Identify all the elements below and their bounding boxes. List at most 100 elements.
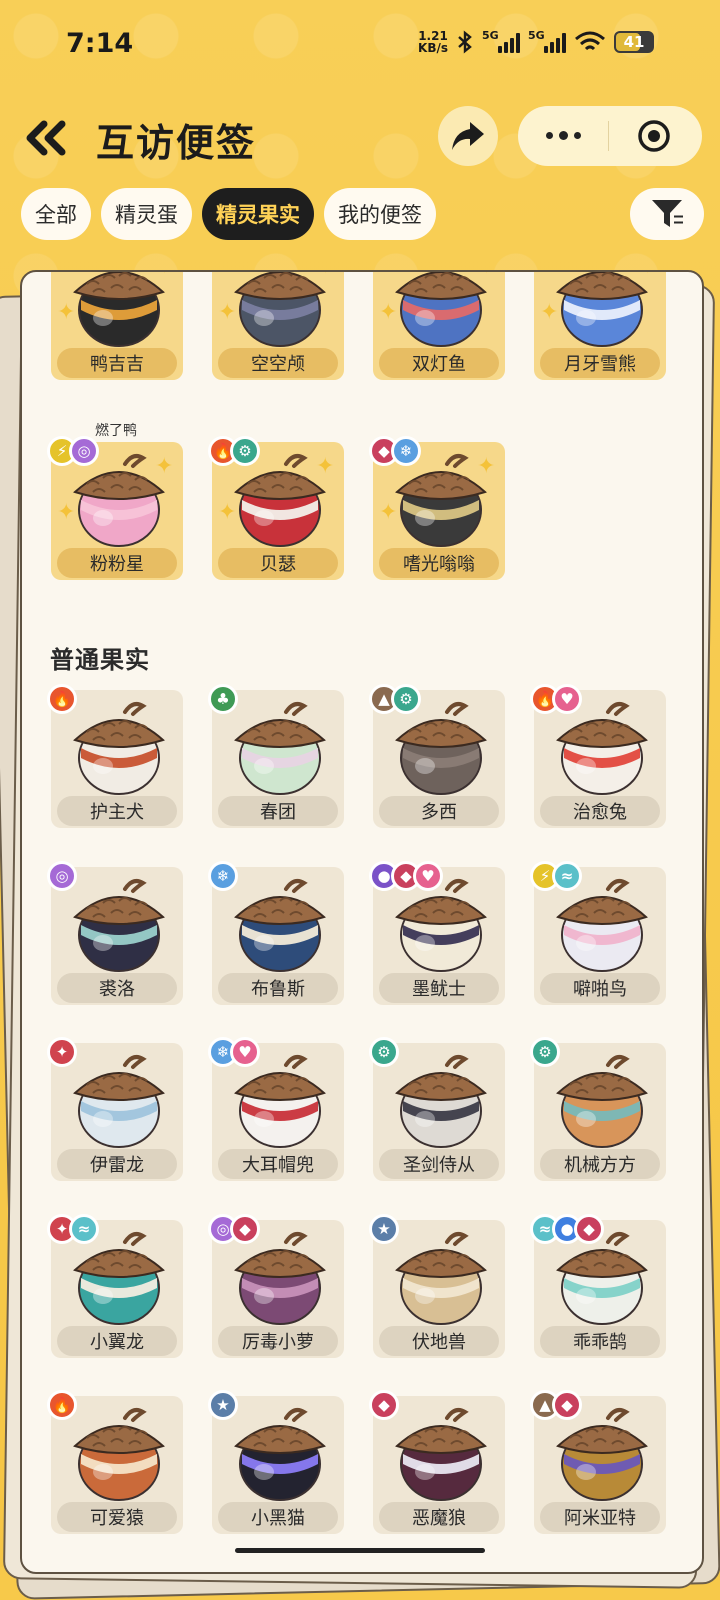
type-badges: ≈ ● ◆: [530, 1214, 604, 1244]
acorn-fruit-icon: [73, 879, 165, 972]
type-badges: ✦ ≈: [47, 1214, 99, 1244]
wind-type-icon: ≈: [552, 861, 582, 891]
type-badges: ★: [369, 1214, 399, 1244]
acorn-fruit-icon: [395, 1408, 487, 1501]
section-title-normal-fruits: 普通果实: [50, 646, 150, 674]
fruit-item[interactable]: ⚙ 机械方方: [530, 1037, 666, 1181]
fruit-name: 空空颅: [218, 348, 338, 378]
fruit-item[interactable]: ✦ ✦ ◆ ❄ 嗜光嗡嗡: [369, 436, 505, 580]
fruit-name: 嗜光嗡嗡: [379, 548, 499, 578]
ice-type-icon: ❄: [208, 861, 238, 891]
type-badges: ❄ ♥: [208, 1037, 260, 1067]
fruit-name: 裘洛: [57, 973, 177, 1003]
fruit-item[interactable]: ⚙ 圣剑侍从: [369, 1037, 505, 1181]
cute-type-icon: ♥: [413, 861, 443, 891]
fruit-name: 鸭吉吉: [57, 348, 177, 378]
sparkle-icon: ✦: [155, 272, 173, 279]
fruit-item[interactable]: ❄ ♥ 大耳帽兜: [208, 1037, 344, 1181]
fruit-item[interactable]: ◎ 裘洛: [47, 861, 183, 1005]
fruit-item[interactable]: ✦ ✦ 鸭吉吉: [51, 272, 183, 380]
demon-type-icon: ◆: [369, 1390, 399, 1420]
type-badges: ⚡ ◎: [47, 436, 99, 466]
fruit-name: 恶魔狼: [379, 1502, 499, 1532]
fruit-name: 大耳帽兜: [218, 1149, 338, 1179]
acorn-fruit-icon: [73, 1408, 165, 1501]
ice-type-icon: ❄: [391, 436, 421, 466]
filter-button[interactable]: [630, 188, 704, 240]
grass-type-icon: ♣: [208, 684, 238, 714]
type-badges: ◆: [369, 1390, 399, 1420]
cute-type-icon: ♥: [552, 684, 582, 714]
status-bar: 7:14 1.21 KB/s 5G 5G 41: [0, 0, 720, 92]
type-badges: ★: [208, 1390, 238, 1420]
fruit-item[interactable]: ◆ 恶魔狼: [369, 1390, 505, 1534]
acorn-fruit-icon: [234, 1408, 326, 1501]
type-badges: 🔥 ⚙: [208, 436, 260, 466]
fruit-item[interactable]: ✦ ✦ ⚡ ◎ 粉粉星: [47, 436, 183, 580]
bluetooth-icon: [458, 30, 472, 54]
fruit-name: 粉粉星: [57, 548, 177, 578]
fruit-grid[interactable]: 普通果实 ✦✦鸭吉吉✦✦空空颅✦✦双灯鱼✦✦月牙雪熊✦✦⚡◎粉粉星燃了鸭✦✦🔥⚙…: [22, 272, 702, 1572]
sparkle-icon: ✦: [379, 500, 398, 525]
mechanical-type-icon: ⚙: [230, 436, 260, 466]
back-button[interactable]: [24, 118, 74, 158]
fruit-item[interactable]: ✦ ≈ 小翼龙: [47, 1214, 183, 1358]
fruit-item[interactable]: 🔥 ♥ 治愈兔: [530, 684, 666, 828]
fruit-item[interactable]: ✦ ✦ 🔥 ⚙ 贝瑟: [208, 436, 344, 580]
fruit-item[interactable]: 🔥 可爱猿: [47, 1390, 183, 1534]
close-miniprogram-button[interactable]: [609, 118, 699, 154]
fruit-item[interactable]: ● ◆ ♥ 墨鱿士: [369, 861, 505, 1005]
share-button[interactable]: [438, 106, 498, 166]
fruit-name: 小黑猫: [218, 1502, 338, 1532]
wifi-icon: [575, 31, 605, 51]
acorn-fruit-icon: [395, 272, 487, 347]
fruit-item[interactable]: ★ 小黑猫: [208, 1390, 344, 1534]
sparkle-icon: ✦: [477, 272, 495, 279]
acorn-fruit-icon: [395, 1055, 487, 1148]
tab-all[interactable]: 全部: [21, 188, 91, 240]
mechanical-type-icon: ⚙: [369, 1037, 399, 1067]
fruit-item[interactable]: ✦ 伊雷龙: [47, 1037, 183, 1181]
fruit-item[interactable]: ❄ 布鲁斯: [208, 861, 344, 1005]
notes-card: 普通果实 ✦✦鸭吉吉✦✦空空颅✦✦双灯鱼✦✦月牙雪熊✦✦⚡◎粉粉星燃了鸭✦✦🔥⚙…: [20, 270, 704, 1574]
fruit-item[interactable]: ✦ ✦ 双灯鱼: [373, 272, 505, 380]
fruit-name: 伊雷龙: [57, 1149, 177, 1179]
fruit-item[interactable]: ★ 伏地兽: [369, 1214, 505, 1358]
home-indicator[interactable]: [235, 1548, 485, 1553]
fruit-item[interactable]: ≈ ● ◆ 乖乖鹄: [530, 1214, 666, 1358]
mechanical-type-icon: ⚙: [530, 1037, 560, 1067]
signal-icon-1: 5G: [482, 29, 520, 53]
fruit-item[interactable]: ✦ ✦ 空空颅: [212, 272, 344, 380]
fruit-item[interactable]: ▲ ◆ 阿米亚特: [530, 1390, 666, 1534]
fruit-name: 伏地兽: [379, 1326, 499, 1356]
type-badges: 🔥 ♥: [530, 684, 582, 714]
fruit-item[interactable]: ♣ 春团: [208, 684, 344, 828]
fruit-name: 机械方方: [540, 1149, 660, 1179]
fruit-item[interactable]: ◎ ◆ 厉毒小萝: [208, 1214, 344, 1358]
target-icon: [638, 120, 670, 152]
tab-eggs[interactable]: 精灵蛋: [101, 188, 192, 240]
tab-my-notes[interactable]: 我的便签: [324, 188, 436, 240]
tab-fruits[interactable]: 精灵果实: [202, 188, 314, 240]
fruit-name: 可爱猿: [57, 1502, 177, 1532]
acorn-fruit-icon: [73, 1055, 165, 1148]
more-menu-button[interactable]: [518, 131, 608, 140]
fruit-item[interactable]: ✦ ✦ 月牙雪熊: [534, 272, 666, 380]
sparkle-icon: ✦: [477, 454, 496, 479]
type-badges: ❄: [208, 861, 238, 891]
net-speed: 1.21 KB/s: [418, 30, 448, 54]
fruit-name: 贝瑟: [218, 548, 338, 578]
acorn-fruit-icon: [395, 1232, 487, 1325]
fruit-item[interactable]: ⚡ ≈ 噼啪鸟: [530, 861, 666, 1005]
signal-icon-2: 5G: [528, 29, 566, 53]
fruit-item[interactable]: ▲ ⚙ 多西: [369, 684, 505, 828]
fruit-item[interactable]: 🔥 护主犬: [47, 684, 183, 828]
acorn-fruit-icon: [73, 272, 165, 347]
psychic-type-icon: ◎: [47, 861, 77, 891]
sparkle-icon: ✦: [379, 300, 398, 325]
cute-type-icon: ♥: [230, 1037, 260, 1067]
acorn-fruit-icon: [556, 272, 648, 347]
type-badges: ● ◆ ♥: [369, 861, 443, 891]
normal-type-icon: ★: [208, 1390, 238, 1420]
demon-type-icon: ◆: [574, 1214, 604, 1244]
